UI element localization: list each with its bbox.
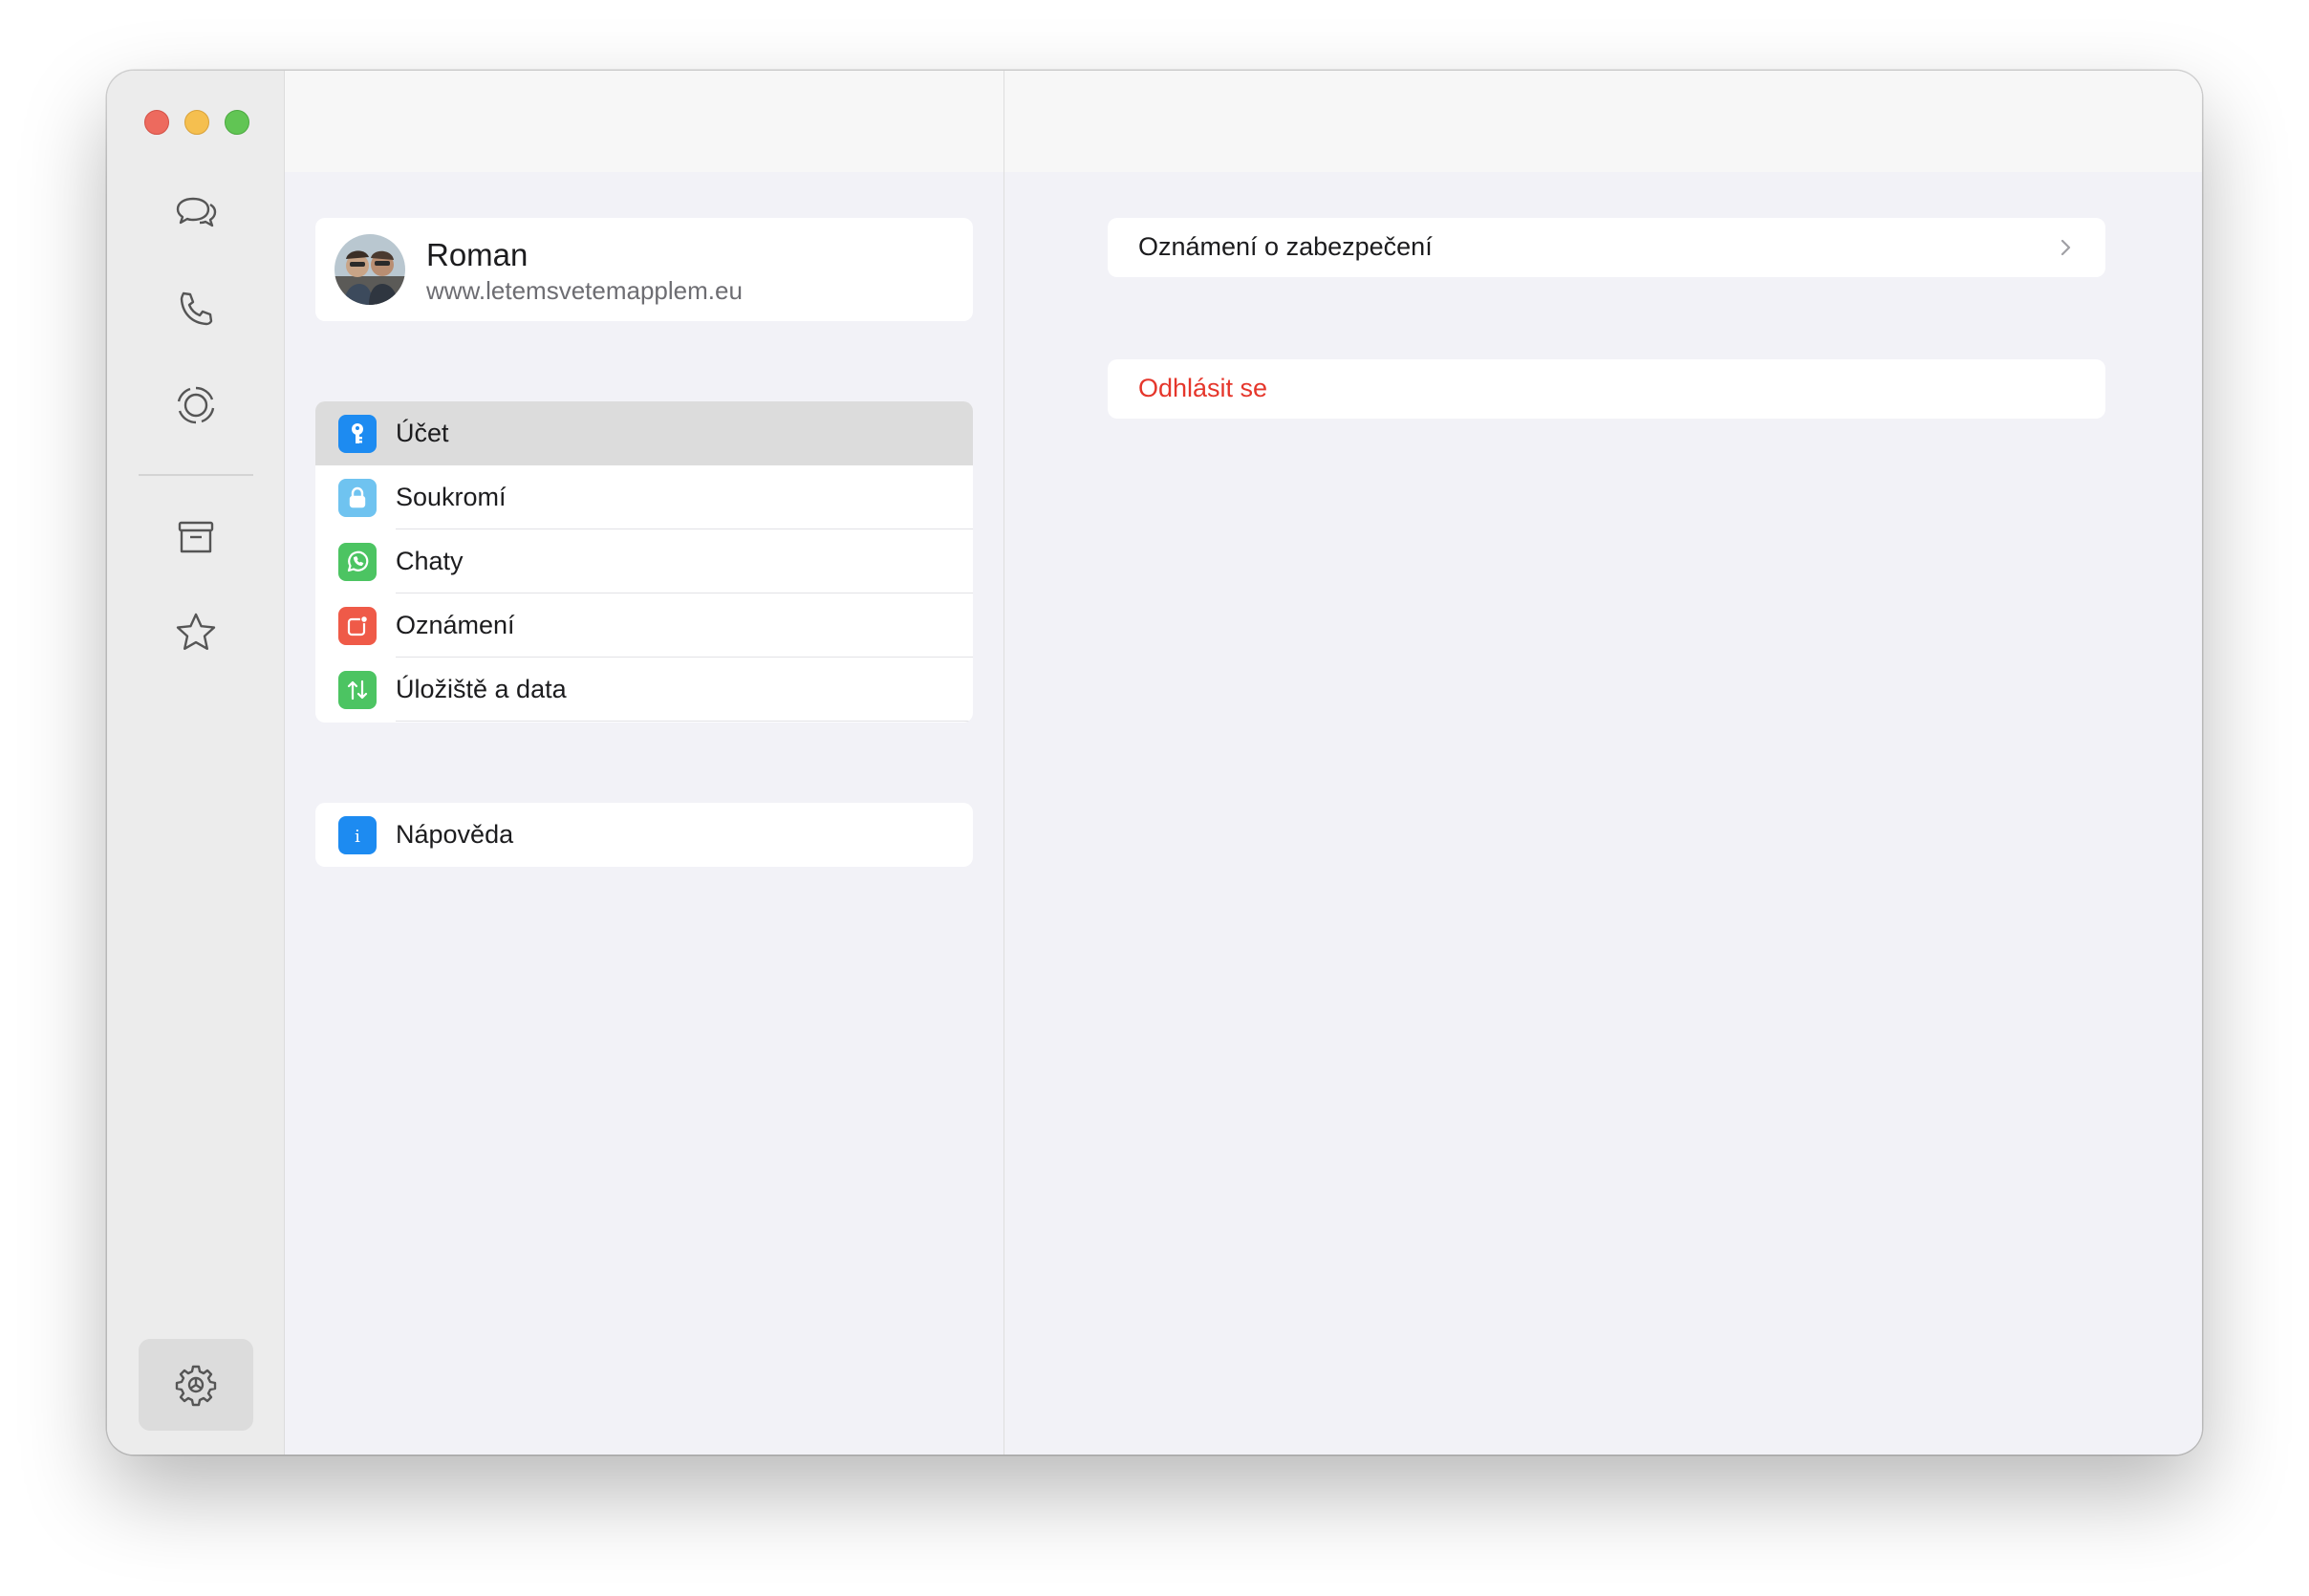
calls-icon	[180, 291, 213, 326]
settings-item-storage[interactable]: Úložiště a data	[315, 658, 973, 722]
svg-text:i: i	[355, 827, 360, 847]
close-window-button[interactable]	[144, 110, 169, 135]
settings-item-label: Účet	[396, 419, 449, 447]
security-notifications-row[interactable]: Oznámení o zabezpečení	[1108, 218, 2105, 277]
settings-item-label: Soukromí	[396, 483, 507, 511]
lock-icon	[338, 478, 377, 517]
settings-item-label: Chaty	[396, 547, 464, 575]
settings-item-chats[interactable]: Chaty	[315, 529, 973, 593]
chats-icon	[176, 197, 217, 227]
navigation-rail	[107, 71, 285, 1455]
archive-icon	[178, 521, 214, 553]
settings-item-account[interactable]: Účet	[315, 401, 973, 465]
account-detail-pane: Oznámení o zabezpečení Odhlásit se	[1004, 71, 2202, 1455]
settings-item-label: Nápověda	[396, 820, 514, 849]
profile-card[interactable]: Roman www.letemsvetemapplem.eu	[315, 218, 973, 321]
rail-settings-button[interactable]	[139, 1339, 253, 1431]
storage-arrows-icon	[338, 670, 377, 709]
profile-name: Roman	[426, 237, 529, 272]
rail-divider	[139, 474, 253, 476]
settings-gear-icon	[175, 1365, 217, 1407]
settings-item-label: Úložiště a data	[396, 675, 567, 703]
rail-archive-button[interactable]	[139, 495, 253, 579]
notification-icon	[338, 606, 377, 645]
chevron-right-icon	[2061, 239, 2071, 256]
window-controls	[144, 110, 249, 135]
settings-item-privacy[interactable]: Soukromí	[315, 465, 973, 529]
avatar	[334, 234, 405, 305]
settings-item-label: Oznámení	[396, 611, 515, 639]
app-window: Roman www.letemsvetemapplem.eu Účet Souk…	[107, 71, 2202, 1455]
settings-column: Roman www.letemsvetemapplem.eu Účet Souk…	[285, 71, 1004, 1455]
starred-icon	[176, 613, 216, 650]
settings-column-toolbar	[285, 71, 1003, 172]
profile-subtitle: www.letemsvetemapplem.eu	[426, 276, 743, 305]
whatsapp-icon	[338, 542, 377, 581]
rail-calls-button[interactable]	[139, 268, 253, 352]
rail-chats-button[interactable]	[139, 172, 253, 256]
detail-toolbar	[1004, 71, 2202, 172]
logout-label: Odhlásit se	[1138, 374, 1268, 402]
key-icon	[338, 414, 377, 453]
settings-menu: Účet Soukromí Chaty Oznámení Úložiště a …	[315, 401, 973, 723]
settings-item-help[interactable]: i Nápověda	[315, 803, 973, 867]
minimize-window-button[interactable]	[184, 110, 209, 135]
logout-button[interactable]: Odhlásit se	[1108, 359, 2105, 419]
maximize-window-button[interactable]	[225, 110, 249, 135]
info-icon: i	[338, 815, 377, 854]
status-icon	[177, 386, 215, 424]
rail-starred-button[interactable]	[139, 591, 253, 675]
settings-item-notifications[interactable]: Oznámení	[315, 593, 973, 658]
rail-status-button[interactable]	[139, 363, 253, 447]
security-notifications-label: Oznámení o zabezpečení	[1138, 232, 1433, 261]
help-card: i Nápověda	[315, 803, 973, 867]
